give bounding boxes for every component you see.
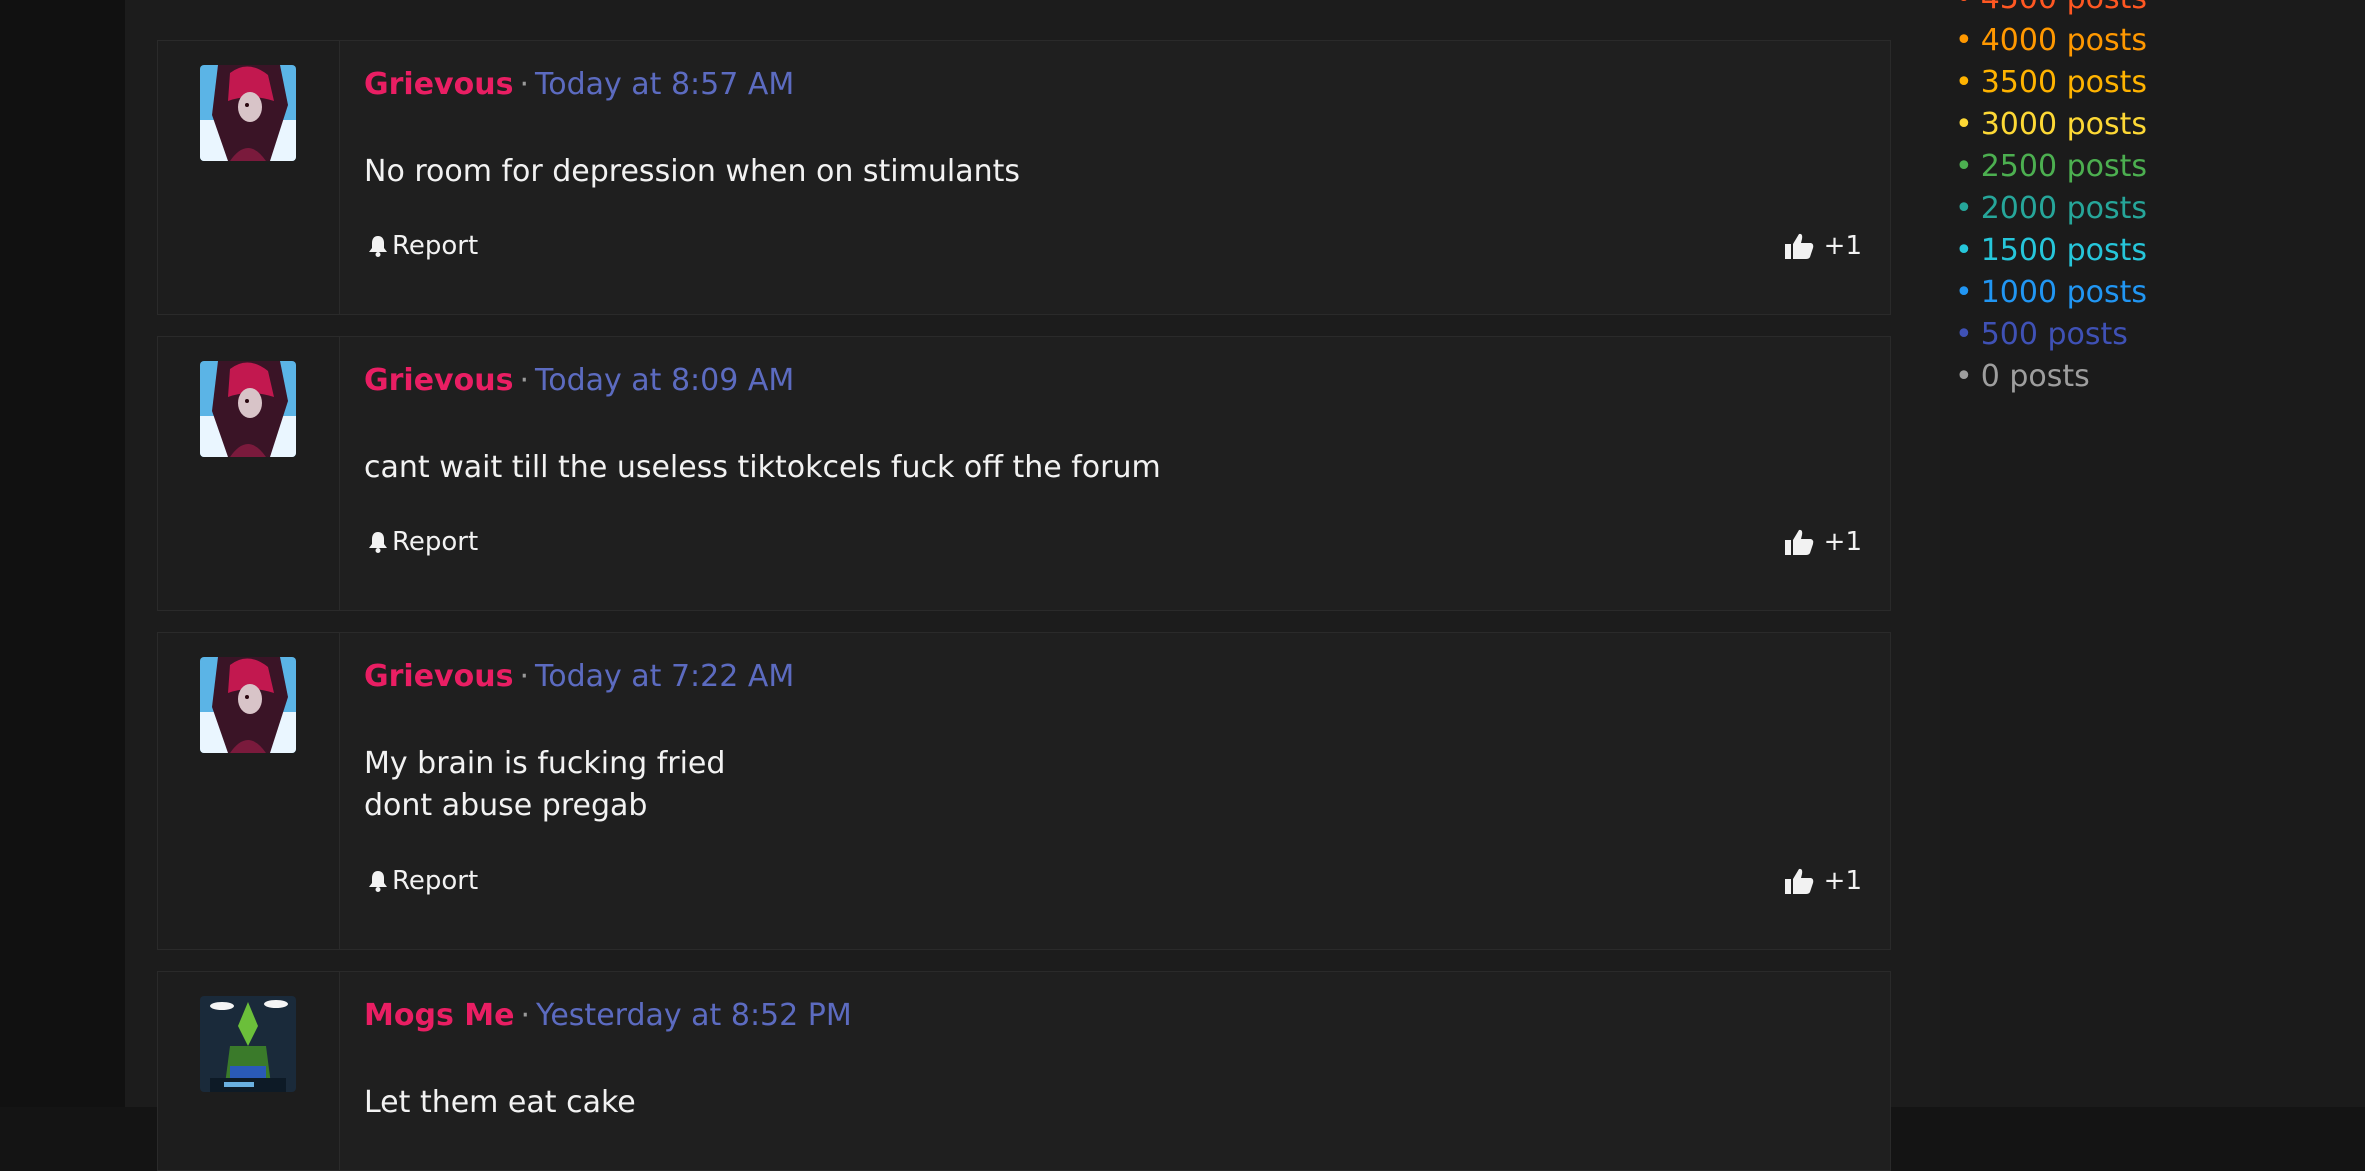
- legend-label: 2000 posts: [1980, 191, 2148, 226]
- avatar[interactable]: [200, 996, 296, 1092]
- post-body: No room for depression when on stimulant…: [364, 151, 1020, 193]
- legend-item: • 0 posts: [1955, 356, 2147, 398]
- like-count: +1: [1823, 866, 1862, 896]
- post-line: Let them eat cake: [364, 1085, 636, 1120]
- post-body: Let them eat cake: [364, 1082, 636, 1124]
- thumbs-up-icon: [1784, 233, 1813, 259]
- like-count: +1: [1823, 527, 1862, 557]
- post-author[interactable]: Grievous: [364, 363, 513, 398]
- post-timestamp[interactable]: Today at 7:22 AM: [535, 659, 794, 694]
- legend-label: 3500 posts: [1980, 65, 2148, 100]
- bell-icon: [369, 236, 387, 257]
- bell-icon: [369, 532, 387, 553]
- report-button[interactable]: Report: [368, 863, 478, 899]
- bullet-icon: •: [1955, 0, 1973, 16]
- post: Grievous · Today at 8:57 AM No room for de…: [157, 40, 1891, 315]
- separator: ·: [519, 363, 529, 398]
- bullet-icon: •: [1955, 65, 1973, 100]
- post-line: cant wait till the useless tiktokcels fu…: [364, 450, 1161, 485]
- legend-label: 1000 posts: [1980, 275, 2148, 310]
- legend-item: • 1000 posts: [1955, 272, 2147, 314]
- report-label: Report: [392, 527, 479, 557]
- legend-item: • 2000 posts: [1955, 188, 2147, 230]
- post-line: My brain is fucking fried: [364, 746, 726, 781]
- post-timestamp[interactable]: Today at 8:09 AM: [535, 363, 794, 398]
- legend-item: • 4500 posts: [1955, 0, 2147, 20]
- post-line: dont abuse pregab: [364, 788, 648, 823]
- post: Mogs Me · Yesterday at 8:52 PM Let them ea…: [157, 971, 1891, 1171]
- post-author[interactable]: Grievous: [364, 659, 513, 694]
- thumbs-up-icon: [1784, 529, 1813, 555]
- post-sidebar: [158, 337, 340, 610]
- post-sidebar: [158, 972, 340, 1170]
- like-button[interactable]: +1: [1784, 863, 1862, 899]
- post-sidebar: [158, 41, 340, 314]
- bullet-icon: •: [1955, 23, 1973, 58]
- legend-label: 0 posts: [1980, 359, 2090, 394]
- post-actions: Report +1: [364, 863, 1862, 899]
- legend-label: 3000 posts: [1980, 107, 2148, 142]
- avatar[interactable]: [200, 657, 296, 753]
- post-actions: Report +1: [364, 228, 1862, 264]
- legend-label: 500 posts: [1980, 317, 2128, 352]
- post-author[interactable]: Grievous: [364, 67, 513, 102]
- report-button[interactable]: Report: [368, 524, 478, 560]
- legend-item: • 500 posts: [1955, 314, 2147, 356]
- post-timestamp[interactable]: Today at 8:57 AM: [535, 67, 794, 102]
- post-body: cant wait till the useless tiktokcels fu…: [364, 447, 1161, 489]
- post-timestamp[interactable]: Yesterday at 8:52 PM: [536, 998, 852, 1033]
- bullet-icon: •: [1955, 359, 1973, 394]
- bullet-icon: •: [1955, 191, 1973, 226]
- bullet-icon: •: [1955, 107, 1973, 142]
- post-actions: Report +1: [364, 524, 1862, 560]
- bullet-icon: •: [1955, 233, 1973, 268]
- like-button[interactable]: +1: [1784, 228, 1862, 264]
- post-sidebar: [158, 633, 340, 949]
- post-body: My brain is fucking fried dont abuse pre…: [364, 743, 725, 827]
- legend-label: 1500 posts: [1980, 233, 2148, 268]
- report-label: Report: [392, 231, 479, 261]
- left-gutter: [0, 0, 125, 1107]
- separator: ·: [520, 998, 530, 1033]
- like-button[interactable]: +1: [1784, 524, 1862, 560]
- post-count-legend: •4500 posts •4000 posts •3500 posts •300…: [1955, 0, 2147, 398]
- post: Grievous · Today at 8:09 AM cant wait till…: [157, 336, 1891, 611]
- separator: ·: [519, 659, 529, 694]
- avatar[interactable]: [200, 65, 296, 161]
- legend-label: 4000 posts: [1980, 23, 2148, 58]
- post: Grievous · Today at 7:22 AM My brain is fu…: [157, 632, 1891, 950]
- legend-label: 2500 posts: [1980, 149, 2148, 184]
- like-count: +1: [1823, 231, 1862, 261]
- legend-item: • 4000 posts: [1955, 20, 2147, 62]
- legend-label: 4500 posts: [1981, 0, 2147, 16]
- legend-item: • 3500 posts: [1955, 62, 2147, 104]
- legend-item: • 3000 posts: [1955, 104, 2147, 146]
- thumbs-up-icon: [1784, 868, 1813, 894]
- bell-icon: [369, 871, 387, 892]
- legend-item: • 1500 posts: [1955, 230, 2147, 272]
- report-button[interactable]: Report: [368, 228, 478, 264]
- bullet-icon: •: [1955, 317, 1973, 352]
- bullet-icon: •: [1955, 149, 1973, 184]
- separator: ·: [519, 67, 529, 102]
- avatar[interactable]: [200, 361, 296, 457]
- report-label: Report: [392, 866, 479, 896]
- post-author[interactable]: Mogs Me: [364, 998, 514, 1033]
- legend-item: • 2500 posts: [1955, 146, 2147, 188]
- post-line: No room for depression when on stimulant…: [364, 154, 1020, 189]
- bullet-icon: •: [1955, 275, 1973, 310]
